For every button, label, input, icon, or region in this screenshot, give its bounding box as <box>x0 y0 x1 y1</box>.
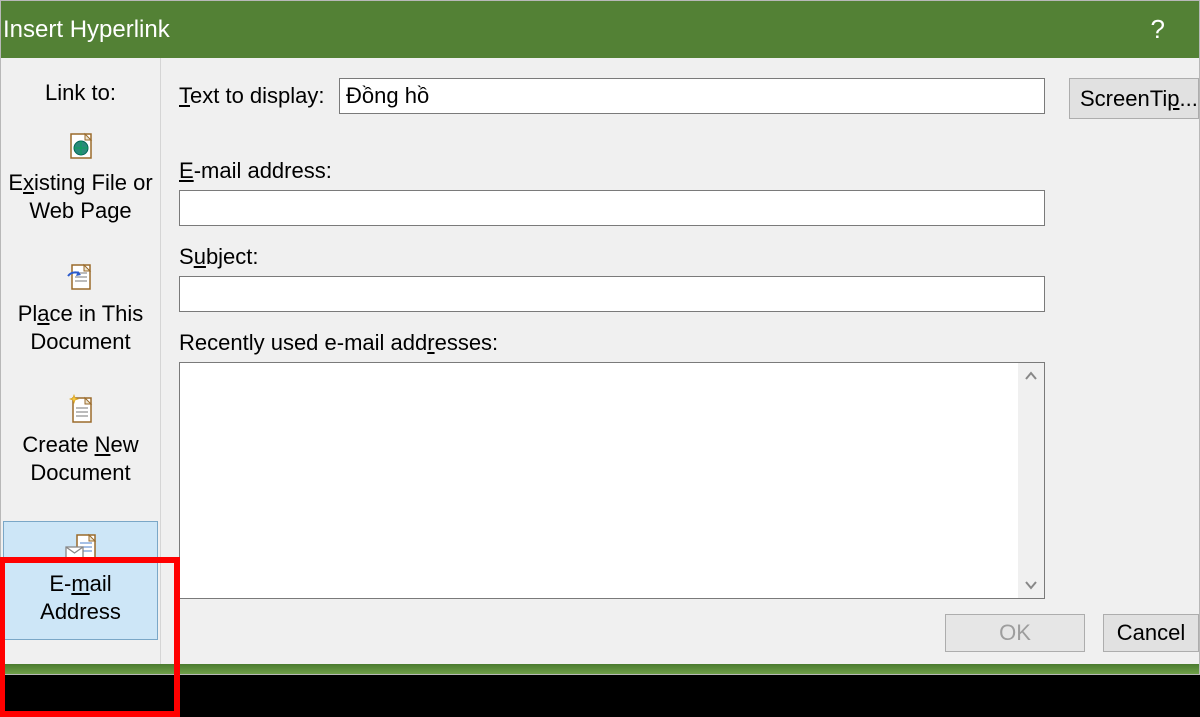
dialog-title: Insert Hyperlink <box>3 16 1131 44</box>
scroll-up-icon[interactable] <box>1018 363 1044 389</box>
nav-create-new-doc[interactable]: Create New Document <box>3 382 158 501</box>
file-web-icon <box>64 129 98 163</box>
email-icon <box>64 530 98 564</box>
nav-place-in-doc[interactable]: Place in This Document <box>3 251 158 370</box>
screentip-button[interactable]: ScreenTip... <box>1069 78 1199 119</box>
bottom-border-bar <box>1 664 1199 674</box>
ok-button: OK <box>945 614 1085 652</box>
recently-used-listbox[interactable] <box>179 362 1045 599</box>
recently-used-label: Recently used e-mail addresses: <box>179 330 1199 356</box>
nav-label: Existing File or Web Page <box>8 169 153 224</box>
dialog-body: Link to: Existing File or Web Page <box>1 58 1199 664</box>
subject-label: Subject: <box>179 244 1199 270</box>
nav-label: Create New Document <box>8 431 153 486</box>
text-to-display-input[interactable] <box>339 78 1045 114</box>
insert-hyperlink-dialog: Insert Hyperlink ? Link to: Existing Fil… <box>0 0 1200 675</box>
link-to-sidebar: Link to: Existing File or Web Page <box>1 58 161 664</box>
nav-existing-file[interactable]: Existing File or Web Page <box>3 120 158 239</box>
new-doc-icon <box>64 391 98 425</box>
text-to-display-label: Text to display: <box>179 83 339 109</box>
email-address-label: E-mail address: <box>179 158 1199 184</box>
scroll-down-icon[interactable] <box>1018 572 1044 598</box>
scrollbar[interactable] <box>1018 363 1044 598</box>
main-panel: Text to display: ScreenTip... E-mail add… <box>161 58 1199 664</box>
nav-label: Place in This Document <box>8 300 153 355</box>
nav-label: E-mail Address <box>8 570 153 625</box>
titlebar: Insert Hyperlink ? <box>1 1 1199 58</box>
nav-email-address[interactable]: E-mail Address <box>3 521 158 640</box>
link-to-label: Link to: <box>1 68 160 114</box>
subject-input[interactable] <box>179 276 1045 312</box>
footer-buttons: OK Cancel <box>945 614 1199 652</box>
help-icon[interactable]: ? <box>1131 14 1185 45</box>
cancel-button[interactable]: Cancel <box>1103 614 1199 652</box>
email-address-input[interactable] <box>179 190 1045 226</box>
place-in-doc-icon <box>64 260 98 294</box>
